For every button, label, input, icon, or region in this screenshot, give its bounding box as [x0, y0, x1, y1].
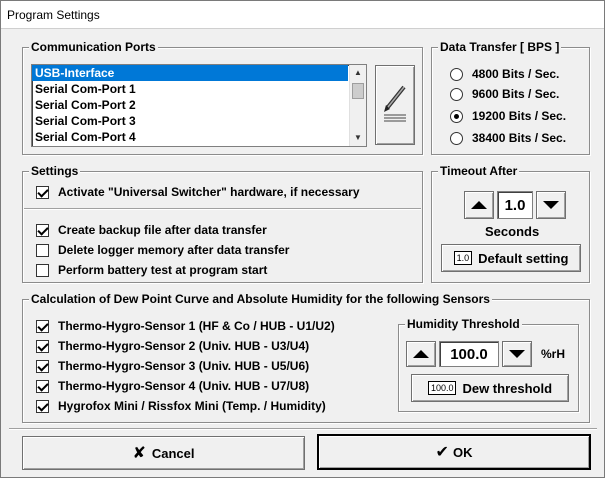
footer-divider	[9, 428, 597, 430]
delete-memory-label: Delete logger memory after data transfer	[58, 243, 290, 257]
activate-switcher-checkbox[interactable]	[36, 185, 49, 199]
sensor-5-checkbox[interactable]	[36, 399, 49, 413]
activate-switcher-label: Activate "Universal Switcher" hardware, …	[58, 185, 360, 199]
timeout-increase-button[interactable]	[464, 191, 494, 219]
list-item[interactable]: Serial Com-Port 4	[32, 129, 348, 145]
humidity-value[interactable]: 100.0	[439, 341, 499, 367]
program-settings-window: Program Settings Communication Ports USB…	[0, 0, 605, 478]
communication-ports-legend: Communication Ports	[29, 40, 158, 54]
bps-9600-option[interactable]: 9600 Bits / Sec.	[450, 87, 559, 101]
sensor-1-label: Thermo-Hygro-Sensor 1 (HF & Co / HUB - U…	[58, 319, 335, 333]
dew-threshold-button[interactable]: 100.0 Dew threshold	[411, 374, 569, 402]
default-value-tag: 1.0	[453, 251, 473, 265]
timeout-value[interactable]: 1.0	[497, 191, 533, 219]
x-icon: ✘	[132, 445, 146, 462]
radio-38400[interactable]	[450, 131, 463, 145]
humidity-increase-button[interactable]	[406, 341, 436, 367]
edit-ports-button[interactable]	[375, 65, 415, 145]
sensor-1-checkbox[interactable]	[36, 319, 49, 333]
checkmark-icon: ✔	[435, 444, 449, 461]
default-setting-button[interactable]: 1.0 Default setting	[441, 244, 581, 272]
window-title: Program Settings	[1, 1, 604, 29]
sensor-4-label: Thermo-Hygro-Sensor 4 (Univ. HUB - U7/U8…	[58, 379, 310, 393]
sensor-3-label: Thermo-Hygro-Sensor 3 (Univ. HUB - U5/U6…	[58, 359, 310, 373]
sensor-option[interactable]: Thermo-Hygro-Sensor 4 (Univ. HUB - U7/U8…	[36, 379, 309, 393]
battery-test-checkbox[interactable]	[36, 263, 49, 277]
arrow-up-icon	[471, 201, 487, 209]
backup-option[interactable]: Create backup file after data transfer	[36, 223, 267, 237]
battery-test-option[interactable]: Perform battery test at program start	[36, 263, 267, 277]
sensor-2-checkbox[interactable]	[36, 339, 49, 353]
timeout-unit: Seconds	[485, 224, 540, 239]
humidity-threshold-legend: Humidity Threshold	[405, 317, 522, 331]
settings-divider	[24, 208, 421, 210]
humidity-decrease-button[interactable]	[502, 341, 532, 367]
list-item[interactable]: Serial Com-Port 3	[32, 113, 348, 129]
settings-legend: Settings	[29, 164, 81, 178]
list-item[interactable]: Serial Com-Port 1	[32, 81, 348, 97]
radio-19200[interactable]	[450, 109, 463, 123]
sensor-option[interactable]: Hygrofox Mini / Rissfox Mini (Temp. / Hu…	[36, 399, 326, 413]
sensor-3-checkbox[interactable]	[36, 359, 49, 373]
bps-38400-label: 38400 Bits / Sec.	[472, 131, 567, 145]
sensor-2-label: Thermo-Hygro-Sensor 2 (Univ. HUB - U3/U4…	[58, 339, 310, 353]
scroll-up-icon[interactable]: ▲	[350, 65, 366, 81]
bps-4800-option[interactable]: 4800 Bits / Sec.	[450, 67, 559, 81]
pencil-icon	[384, 85, 406, 122]
sensor-option[interactable]: Thermo-Hygro-Sensor 1 (HF & Co / HUB - U…	[36, 319, 335, 333]
arrow-down-icon	[509, 350, 525, 358]
bps-9600-label: 9600 Bits / Sec.	[472, 87, 560, 101]
cancel-button[interactable]: ✘ Cancel	[22, 436, 305, 470]
timeout-decrease-button[interactable]	[536, 191, 566, 219]
delete-memory-option[interactable]: Delete logger memory after data transfer	[36, 243, 289, 257]
sensor-option[interactable]: Thermo-Hygro-Sensor 3 (Univ. HUB - U5/U6…	[36, 359, 309, 373]
dew-threshold-tag: 100.0	[427, 381, 457, 395]
timeout-legend: Timeout After	[438, 164, 520, 178]
radio-9600[interactable]	[450, 87, 463, 101]
arrow-down-icon	[543, 201, 559, 209]
sensor-option[interactable]: Thermo-Hygro-Sensor 2 (Univ. HUB - U3/U4…	[36, 339, 309, 353]
ports-scrollbar[interactable]: ▲ ▼	[349, 65, 366, 146]
backup-checkbox[interactable]	[36, 223, 49, 237]
backup-label: Create backup file after data transfer	[58, 223, 267, 237]
humidity-unit: %rH	[541, 347, 566, 361]
bps-38400-option[interactable]: 38400 Bits / Sec.	[450, 131, 566, 145]
sensor-4-checkbox[interactable]	[36, 379, 49, 393]
dew-point-legend: Calculation of Dew Point Curve and Absol…	[29, 292, 492, 306]
ok-button[interactable]: ✔ OK	[317, 434, 591, 470]
ok-label: OK	[452, 444, 473, 460]
list-item[interactable]: USB-Interface	[32, 65, 348, 81]
scroll-down-icon[interactable]: ▼	[350, 130, 366, 146]
cancel-label: Cancel	[151, 445, 195, 461]
scroll-thumb[interactable]	[352, 83, 364, 99]
data-transfer-legend: Data Transfer [ BPS ]	[438, 40, 562, 54]
list-item[interactable]: Serial Com-Port 2	[32, 97, 348, 113]
default-setting-label: Default setting	[478, 250, 569, 266]
dew-threshold-label: Dew threshold	[462, 380, 553, 396]
bps-4800-label: 4800 Bits / Sec.	[472, 67, 560, 81]
radio-4800[interactable]	[450, 67, 463, 81]
bps-19200-label: 19200 Bits / Sec.	[472, 109, 567, 123]
delete-memory-checkbox[interactable]	[36, 243, 49, 257]
ports-listbox[interactable]: USB-Interface Serial Com-Port 1 Serial C…	[31, 64, 367, 147]
arrow-up-icon	[413, 350, 429, 358]
activate-switcher-option[interactable]: Activate "Universal Switcher" hardware, …	[36, 185, 360, 199]
sensor-5-label: Hygrofox Mini / Rissfox Mini (Temp. / Hu…	[58, 399, 326, 413]
battery-test-label: Perform battery test at program start	[58, 263, 268, 277]
bps-19200-option[interactable]: 19200 Bits / Sec.	[450, 109, 566, 123]
